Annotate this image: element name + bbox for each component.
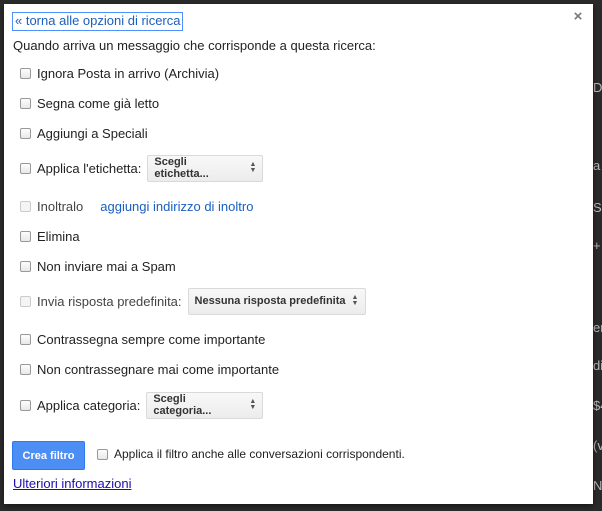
option-mark-read[interactable]: Segna come già letto [20, 93, 159, 113]
mark-read-label: Segna come già letto [37, 95, 160, 111]
option-star[interactable]: Aggiungi a Speciali [20, 123, 148, 143]
never-important-label: Non contrassegnare mai come importante [37, 361, 280, 377]
create-filter-button[interactable]: Crea filtro [12, 441, 85, 470]
background-text: Da [593, 80, 602, 95]
filter-intro-text: Quando arriva un messaggio che corrispon… [13, 38, 376, 53]
forward-checkbox[interactable] [20, 200, 31, 212]
label-select-value: Scegli etichetta... [154, 156, 209, 180]
always-important-checkbox[interactable] [20, 333, 31, 345]
option-canned-response[interactable]: Invia risposta predefinita: Nessuna risp… [20, 287, 366, 315]
select-arrows-icon: ▲ ▼ [249, 398, 257, 411]
category-label: Applica categoria: [37, 397, 141, 413]
background-text: a [593, 158, 601, 173]
delete-checkbox[interactable] [20, 230, 31, 242]
skip-inbox-checkbox[interactable] [20, 67, 31, 79]
skip-inbox-label: Ignora Posta in arrivo (Archivia) [37, 65, 220, 81]
background-text: (v [593, 438, 602, 453]
option-never-spam[interactable]: Non inviare mai a Spam [20, 256, 176, 276]
canned-response-label: Invia risposta predefinita: [37, 293, 182, 309]
background-text: Sp [593, 200, 602, 215]
option-category[interactable]: Applica categoria: Scegli categoria... ▲… [20, 391, 264, 419]
background-text: di [593, 358, 602, 373]
background-text: + [593, 238, 601, 253]
category-select[interactable]: Scegli categoria... ▲ ▼ [146, 391, 264, 419]
option-delete[interactable]: Elimina [20, 226, 80, 246]
never-spam-checkbox[interactable] [20, 260, 31, 272]
background-text: ere [593, 320, 602, 335]
option-always-important[interactable]: Contrassegna sempre come importante [20, 329, 265, 349]
more-info-link[interactable]: Ulteriori informazioni [13, 476, 131, 491]
add-forwarding-address-link[interactable]: aggiungi indirizzo di inoltro [100, 199, 253, 214]
apply-to-existing-option[interactable]: Applica il filtro anche alle conversazio… [97, 444, 405, 464]
option-apply-label[interactable]: Applica l'etichetta: Scegli etichetta...… [20, 154, 264, 182]
close-icon[interactable]: × [572, 9, 584, 24]
forward-label: Inoltralo [37, 198, 84, 214]
delete-label: Elimina [37, 228, 80, 244]
select-arrows-icon: ▲ ▼ [351, 294, 359, 307]
option-forward[interactable]: Inoltralo aggiungi indirizzo di inoltro [20, 196, 253, 216]
option-never-important[interactable]: Non contrassegnare mai come importante [20, 359, 279, 379]
canned-response-select-value: Nessuna risposta predefinita [194, 295, 346, 307]
category-select-value: Scegli categoria... [153, 393, 212, 417]
canned-response-checkbox[interactable] [20, 295, 31, 307]
select-arrows-icon: ▲ ▼ [249, 161, 257, 174]
label-select[interactable]: Scegli etichetta... ▲ ▼ [147, 154, 264, 182]
apply-label-checkbox[interactable] [20, 162, 31, 174]
category-checkbox[interactable] [20, 399, 31, 411]
apply-to-existing-label: Applica il filtro anche alle conversazio… [114, 447, 405, 461]
background-text: N [593, 478, 602, 493]
star-label: Aggiungi a Speciali [37, 125, 148, 141]
mark-read-checkbox[interactable] [20, 97, 31, 109]
apply-label-label: Applica l'etichetta: [37, 160, 142, 176]
canned-response-select[interactable]: Nessuna risposta predefinita ▲ ▼ [187, 287, 366, 315]
apply-to-existing-checkbox[interactable] [97, 448, 108, 460]
back-to-search-options-link[interactable]: « torna alle opzioni di ricerca [12, 12, 184, 31]
never-spam-label: Non inviare mai a Spam [37, 258, 176, 274]
background-text: $4 [593, 398, 602, 413]
option-skip-inbox[interactable]: Ignora Posta in arrivo (Archivia) [20, 63, 219, 83]
never-important-checkbox[interactable] [20, 363, 31, 375]
always-important-label: Contrassegna sempre come importante [37, 331, 266, 347]
star-checkbox[interactable] [20, 127, 31, 139]
filter-dialog: « torna alle opzioni di ricerca × Quando… [4, 4, 593, 504]
